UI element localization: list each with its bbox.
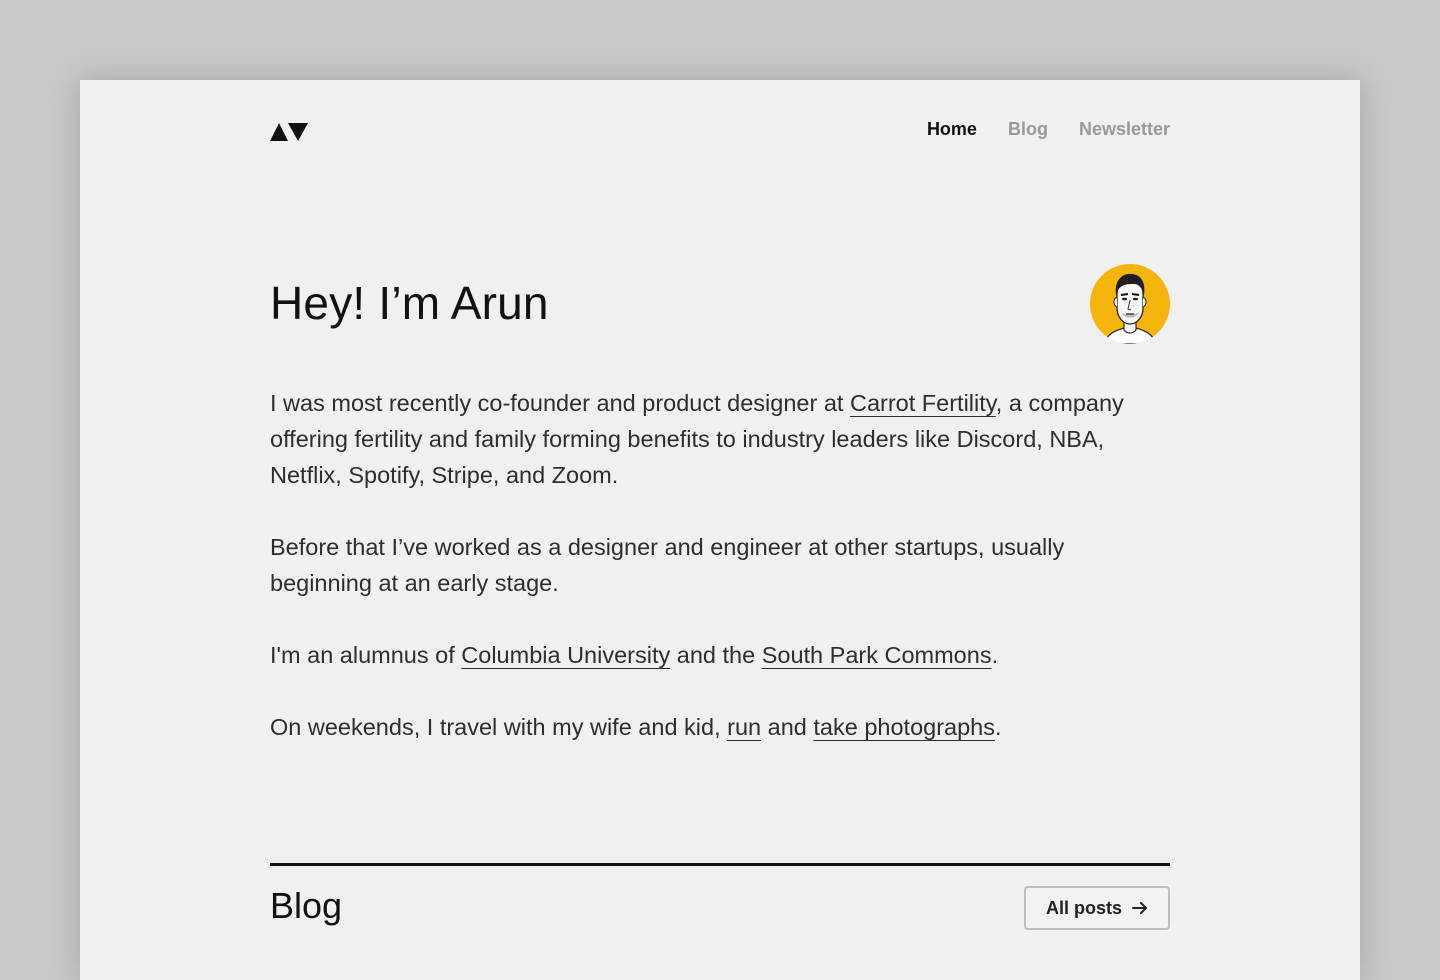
bio-text: and — [761, 714, 814, 740]
blog-section-title: Blog — [270, 885, 343, 926]
section-divider — [270, 863, 1170, 866]
arrow-right-icon — [1132, 902, 1147, 914]
bio-text: . — [991, 642, 999, 668]
bio-text: . — [995, 714, 1002, 740]
all-posts-label: All posts — [1045, 897, 1122, 918]
page-title: Hey! I’m Arun — [270, 277, 549, 329]
south-park-commons-link[interactable]: South Park Commons — [762, 642, 992, 668]
bio-text: On weekends, I travel with my wife and k… — [270, 714, 728, 740]
nav-newsletter-link[interactable]: Newsletter — [1079, 119, 1170, 140]
bio-paragraph-3: I'm an alumnus of Columbia University an… — [270, 637, 1170, 673]
bio-text: I was most recently co-founder and produ… — [270, 390, 850, 416]
portrait-sketch-icon — [1103, 273, 1157, 344]
page-card: Home Blog Newsletter Hey! I’m Arun I was… — [80, 80, 1360, 980]
nav-blog-link[interactable]: Blog — [1008, 119, 1048, 140]
bio-paragraph-1: I was most recently co-founder and produ… — [270, 385, 1170, 493]
content-column: Home Blog Newsletter Hey! I’m Arun I was… — [270, 80, 1170, 980]
bio-paragraph-2: Before that I’ve worked as a designer an… — [270, 534, 1065, 596]
bio-paragraph-4: On weekends, I travel with my wife and k… — [270, 709, 1170, 745]
all-posts-button[interactable]: All posts — [1024, 886, 1170, 930]
bio-text: I'm an alumnus of — [270, 642, 462, 668]
avatar — [1090, 264, 1170, 344]
run-link[interactable]: run — [727, 714, 761, 740]
main-nav: Home Blog Newsletter — [927, 119, 1170, 140]
carrot-fertility-link[interactable]: Carrot Fertility — [850, 390, 996, 416]
bio-text: and the — [670, 642, 762, 668]
site-logo-icon[interactable] — [270, 123, 308, 141]
nav-home-link[interactable]: Home — [927, 119, 977, 140]
take-photographs-link[interactable]: take photographs — [813, 714, 995, 740]
columbia-university-link[interactable]: Columbia University — [461, 642, 670, 668]
bio-section: I was most recently co-founder and produ… — [270, 385, 1170, 781]
